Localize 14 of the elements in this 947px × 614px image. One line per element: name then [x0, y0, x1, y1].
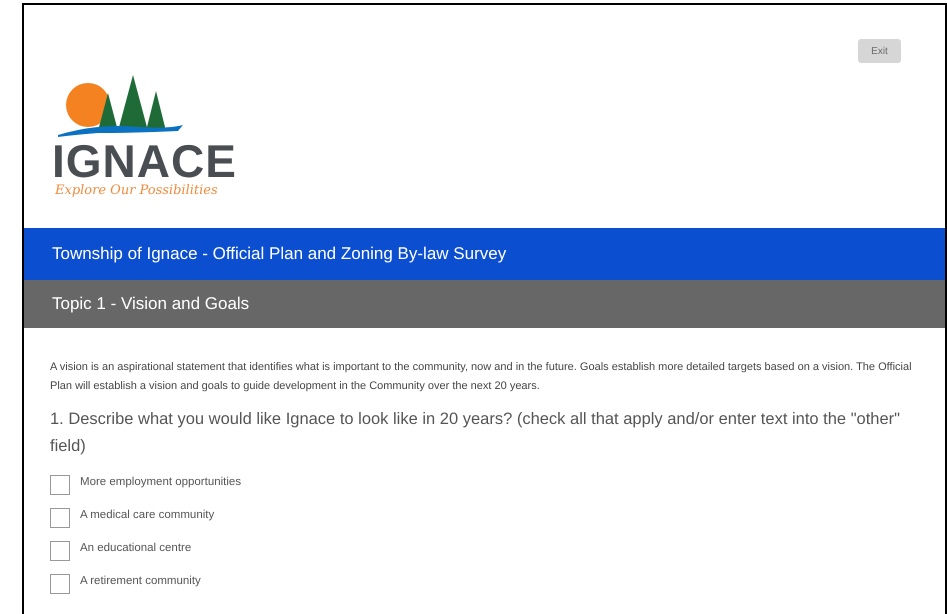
- topic-title-bar: Topic 1 - Vision and Goals: [24, 280, 945, 328]
- option-label: More employment opportunities: [80, 476, 242, 488]
- logo-tagline: Explore Our Possibilities: [55, 183, 218, 198]
- checkbox[interactable]: [50, 474, 70, 494]
- checkbox[interactable]: [50, 540, 70, 560]
- checkbox[interactable]: [50, 574, 70, 594]
- option-label: A retirement community: [80, 574, 201, 586]
- intro-paragraph: A vision is an aspirational statement that identifies what is important to the community, now and in the future. Goals establish more detailed targets based on a vision. The Official Plan will establish a vision and goals to guide development in the Community over the next 20 years.: [50, 360, 913, 394]
- checkbox[interactable]: [50, 508, 70, 528]
- survey-title-bar: Township of Ignace - Official Plan and Zoning By-law Survey: [24, 228, 945, 280]
- logo-wordmark: IGNACE: [52, 139, 237, 183]
- question-text: 1. Describe what you would like Ignace to look like in 20 years? (check all that apply and/or enter text into the "other" field): [50, 409, 902, 457]
- option-label: An educational centre: [80, 542, 192, 554]
- option-label: A medical care community: [80, 508, 214, 520]
